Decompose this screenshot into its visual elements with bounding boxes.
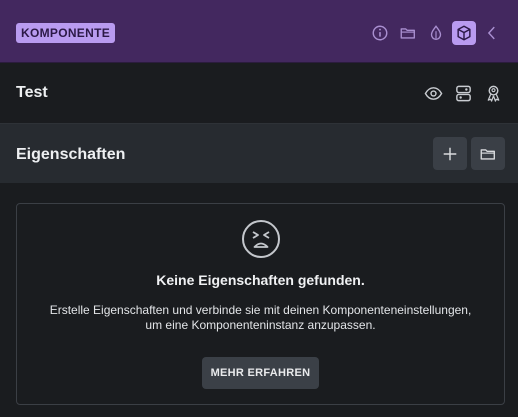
empty-state-description-line-2: um eine Komponenteninstanz anzupassen. [145,318,376,332]
property-folder-button[interactable] [471,137,505,170]
layout-button[interactable] [452,82,474,104]
component-toolbar [422,82,504,104]
properties-section: Eigenschaften [0,123,518,183]
component-badge: KOMPONENTE [16,23,116,43]
empty-state-description: Erstelle Eigenschaften und verbinde sie … [27,303,494,333]
learn-more-button[interactable]: MEHR ERFAHREN [202,357,319,389]
folder-icon [400,28,415,39]
folder-icon [480,148,495,160]
component-button[interactable] [452,21,476,45]
properties-title: Eigenschaften [16,146,126,163]
access-button[interactable] [482,82,504,104]
info-icon [372,25,388,41]
empty-state-description-line-1: Erstelle Eigenschaften und verbinde sie … [49,303,472,317]
collapse-button[interactable] [480,21,504,45]
component-section: Test [0,63,518,123]
preview-button[interactable] [422,82,444,104]
info-button[interactable] [368,21,392,45]
drop-icon [430,25,442,40]
empty-state: Keine Eigenschaften gefunden. Erstelle E… [16,203,505,405]
plus-icon [443,147,457,160]
empty-state-title: Keine Eigenschaften gefunden. [156,272,365,288]
panel-header: KOMPONENTE [0,0,518,63]
chevron-left-icon [487,26,495,40]
style-button[interactable] [424,21,448,45]
layout-toggle-icon [455,85,471,101]
properties-toolbar [433,137,505,170]
badge-person-icon [487,85,499,102]
component-name: Test [16,84,48,101]
add-property-button[interactable] [433,137,467,170]
header-toolbar [368,20,504,46]
eye-icon [424,86,442,100]
cube-icon [457,25,471,41]
folder-button[interactable] [396,21,420,45]
frown-face-icon [242,220,280,258]
